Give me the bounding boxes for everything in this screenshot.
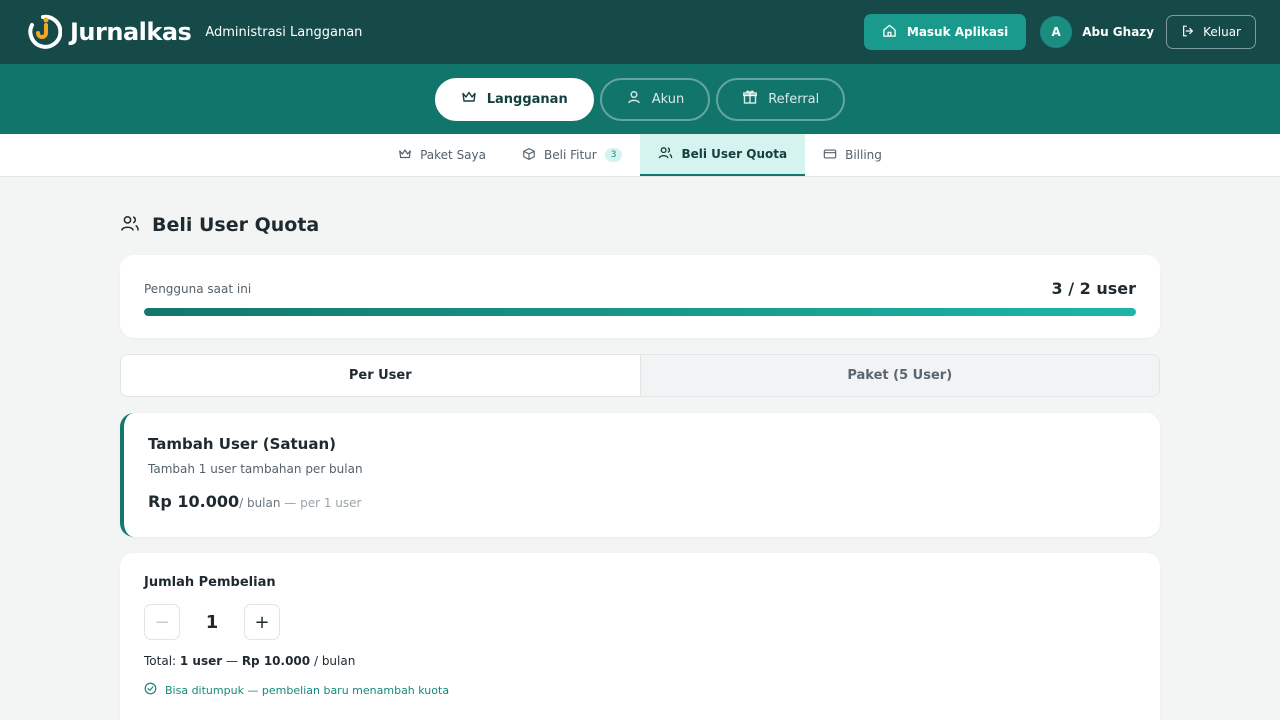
tab-label: Paket Saya [420, 148, 486, 162]
avatar: A [1040, 16, 1073, 48]
usage-progress-fill [144, 308, 1136, 316]
usage-progress-bar [144, 308, 1136, 316]
main-nav: Langganan Akun Referral [0, 64, 1280, 134]
count-badge: 3 [604, 148, 623, 162]
increment-button[interactable]: + [244, 604, 280, 640]
users-icon [658, 145, 673, 163]
total-unit: / bulan [310, 654, 356, 668]
open-app-label: Masuk Aplikasi [906, 25, 1009, 39]
total-price: Rp 10.000 [241, 654, 311, 668]
tab-beli-fitur[interactable]: Beli Fitur 3 [504, 134, 640, 176]
sub-tabs: Paket Saya Beli Fitur 3 Beli User Quota … [0, 134, 1280, 177]
box-icon [522, 147, 536, 164]
segment-paket[interactable]: Paket (5 User) [639, 355, 1159, 396]
usage-card: Pengguna saat ini 3 / 2 user [120, 255, 1160, 338]
plan-title: Tambah User (Satuan) [148, 435, 336, 453]
nav-akun[interactable]: Akun [599, 77, 711, 121]
tab-paket-saya[interactable]: Paket Saya [380, 134, 504, 176]
usage-label: Pengguna saat ini [144, 281, 252, 296]
quantity-value[interactable]: 1 [180, 612, 244, 633]
users-icon [120, 213, 140, 238]
segment-per-user[interactable]: Per User [121, 355, 640, 396]
card-icon [823, 147, 837, 164]
price-per-note: — per 1 user [280, 496, 362, 510]
tab-billing[interactable]: Billing [805, 134, 900, 176]
gift-icon [742, 89, 758, 109]
user-icon [626, 89, 642, 109]
crown-icon [461, 89, 477, 109]
user-name: Abu Ghazy [1082, 25, 1155, 39]
plan-price: Rp 10.000/ bulan — per 1 user [148, 492, 1136, 511]
nav-langganan[interactable]: Langganan [434, 77, 594, 121]
app-subtitle: Administrasi Langganan [205, 24, 363, 40]
nav-referral[interactable]: Referral [716, 77, 846, 121]
main-content: Beli User Quota Pengguna saat ini 3 / 2 … [120, 177, 1160, 720]
price-amount: Rp 10.000 [148, 492, 240, 511]
tab-label: Beli User Quota [681, 147, 788, 161]
logout-label: Keluar [1203, 25, 1241, 39]
top-bar: Jurnalkas Administrasi Langganan Masuk A… [0, 0, 1280, 64]
quantity-stepper: − 1 + [144, 604, 1136, 640]
open-app-button[interactable]: Masuk Aplikasi [863, 14, 1027, 50]
decrement-button[interactable]: − [144, 604, 180, 640]
tab-beli-user-quota[interactable]: Beli User Quota [640, 134, 806, 176]
user-menu[interactable]: A Abu Ghazy [1040, 16, 1154, 48]
nav-label: Langganan [486, 91, 568, 107]
page-title: Beli User Quota [120, 213, 1160, 237]
tab-label: Billing [845, 148, 882, 162]
stacking-note: Bisa ditumpuk — pembelian baru menambah … [144, 682, 1136, 698]
note-text: Bisa ditumpuk — pembelian baru menambah … [165, 683, 450, 697]
check-circle-icon [144, 682, 157, 698]
logo-icon [24, 13, 63, 51]
home-icon [882, 23, 897, 41]
total-prefix: Total: [144, 654, 180, 668]
crown-icon [398, 147, 412, 164]
nav-label: Akun [651, 91, 685, 107]
quantity-card: Jumlah Pembelian − 1 + Total: 1 user — R… [120, 553, 1160, 720]
brand-name: Jurnalkas [70, 18, 192, 46]
price-unit: / bulan [239, 496, 281, 510]
page-title-text: Beli User Quota [152, 214, 320, 236]
nav-label: Referral [768, 91, 820, 107]
usage-value: 3 / 2 user [1051, 279, 1136, 298]
logout-icon [1181, 24, 1195, 41]
plan-card: Tambah User (Satuan) Tambah 1 user tamba… [120, 413, 1160, 537]
quantity-title: Jumlah Pembelian [144, 575, 276, 590]
purchase-type-toggle: Per User Paket (5 User) [120, 354, 1160, 397]
plan-description: Tambah 1 user tambahan per bulan [148, 462, 363, 476]
logout-button[interactable]: Keluar [1166, 15, 1256, 49]
tab-label: Beli Fitur [544, 148, 597, 162]
total-summary: Total: 1 user — Rp 10.000 / bulan [144, 654, 1136, 668]
brand-logo[interactable]: Jurnalkas [24, 13, 192, 51]
total-separator: — [222, 654, 242, 668]
total-users: 1 user [179, 654, 223, 668]
